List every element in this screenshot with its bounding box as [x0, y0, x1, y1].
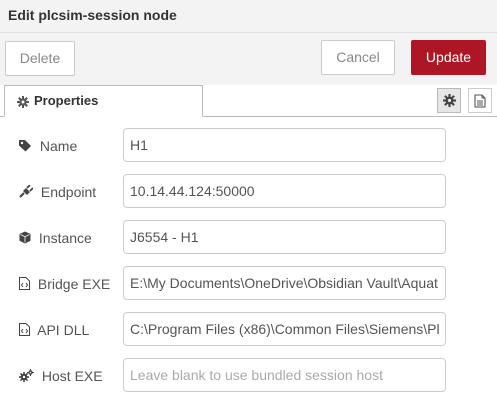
update-button[interactable]: Update — [411, 40, 486, 75]
instance-input[interactable]: J6554 - H1 — [123, 220, 446, 254]
endpoint-input[interactable]: 10.14.44.124:50000 — [123, 174, 446, 208]
gear-icon — [17, 95, 29, 108]
form-row-name: Name H1 — [0, 127, 497, 167]
cube-icon — [19, 230, 39, 246]
tab-bar: Properties — [0, 85, 497, 117]
file-code-icon — [19, 276, 38, 292]
node-description-button[interactable] — [468, 88, 492, 113]
form-row-instance: Instance J6554 - H1 — [0, 219, 497, 259]
form-row-bridge-exe: Bridge EXE E:\My Documents\OneDrive\Obsi… — [0, 265, 497, 305]
form-row-api-dll: API DLL C:\Program Files (x86)\Common Fi… — [0, 311, 497, 351]
cancel-button[interactable]: Cancel — [321, 40, 395, 75]
form-row-endpoint: Endpoint 10.14.44.124:50000 — [0, 173, 497, 213]
instance-label: Instance — [38, 230, 92, 246]
tag-icon — [19, 138, 40, 154]
endpoint-label: Endpoint — [40, 184, 97, 200]
host-exe-label: Host EXE — [41, 368, 103, 384]
name-input[interactable]: H1 — [123, 128, 446, 162]
api-dll-input[interactable]: C:\Program Files (x86)\Common Files\Siem… — [123, 312, 446, 346]
delete-button[interactable]: Delete — [5, 41, 75, 76]
api-dll-label: API DLL — [37, 322, 90, 338]
dialog-header: Edit plcsim-session node — [0, 0, 497, 33]
plug-icon — [19, 184, 41, 200]
form-row-host-exe: Host EXE Leave blank to use bundled sess… — [0, 357, 497, 397]
name-label: Name — [39, 138, 78, 154]
tab-label: Properties — [34, 93, 99, 108]
bridge-exe-input[interactable]: E:\My Documents\OneDrive\Obsidian Vault\… — [123, 266, 446, 300]
tab-properties[interactable]: Properties — [4, 85, 203, 117]
file-code-icon — [19, 322, 37, 338]
dialog-title: Edit plcsim-session node — [8, 7, 177, 23]
node-settings-button[interactable] — [437, 88, 461, 113]
host-exe-input[interactable]: Leave blank to use bundled session host — [123, 358, 446, 392]
bridge-exe-label: Bridge EXE — [37, 276, 111, 292]
gears-icon — [19, 368, 42, 384]
dialog-toolbar: Delete Cancel Update — [0, 33, 497, 85]
